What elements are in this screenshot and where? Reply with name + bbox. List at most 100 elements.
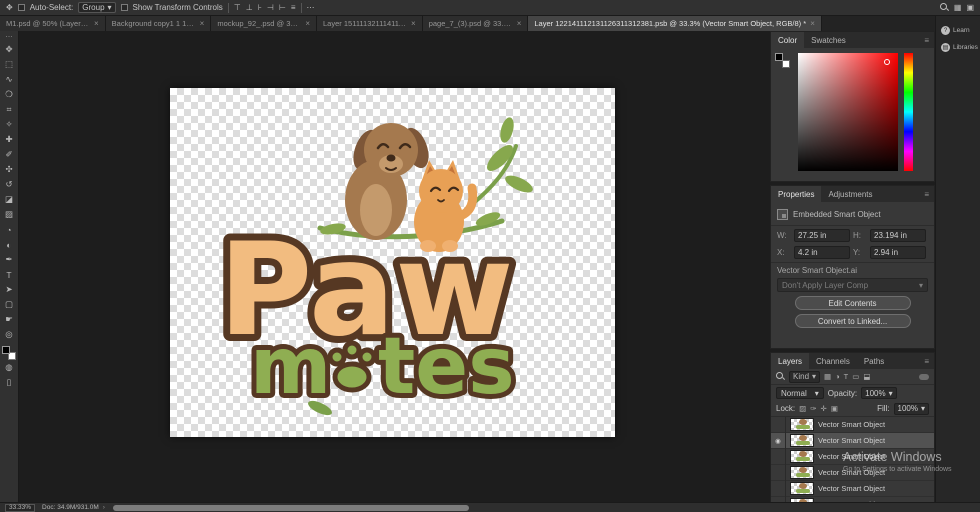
zoom-level-field[interactable]: 33.33% — [5, 503, 36, 512]
y-field[interactable]: 2.94 in — [870, 246, 926, 259]
tab-adjustments[interactable]: Adjustments — [821, 186, 879, 202]
document-tab-active[interactable]: Layer 122141112131126311312381.psb @ 33.… — [528, 16, 822, 31]
tab-properties[interactable]: Properties — [771, 186, 822, 202]
visibility-toggle[interactable] — [771, 480, 786, 497]
lock-all-icon[interactable]: ▣ — [831, 404, 838, 413]
document-tab-1[interactable]: M1.psd @ 50% (Layer 5, R... × — [0, 16, 106, 31]
x-field[interactable]: 4.2 in — [794, 246, 850, 259]
more-options-icon[interactable]: ⋯ — [307, 3, 315, 12]
filter-toggle[interactable] — [919, 373, 929, 380]
align-middle-icon[interactable]: ⊢ — [279, 3, 286, 12]
layer-row[interactable]: Vector Smart Object — [771, 464, 934, 481]
brush-tool[interactable]: ✐ — [0, 147, 19, 162]
quick-selection-tool[interactable]: ❍ — [0, 87, 19, 102]
layer-row-selected[interactable]: ◉ Vector Smart Object — [771, 432, 934, 449]
align-left-icon[interactable]: ⊤ — [234, 3, 241, 12]
type-filter-icon[interactable]: T — [844, 372, 849, 381]
edit-toolbar-icon[interactable]: ⋯ — [0, 32, 19, 42]
layer-thumbnail[interactable] — [790, 418, 814, 431]
foreground-background-swatches[interactable] — [2, 346, 16, 360]
pen-tool[interactable]: ✒ — [0, 252, 19, 267]
panel-menu-icon[interactable]: ≡ — [919, 190, 934, 199]
visibility-toggle[interactable]: ◉ — [771, 432, 786, 449]
convert-to-linked-button[interactable]: Convert to Linked... — [794, 314, 911, 328]
edit-contents-button[interactable]: Edit Contents — [794, 296, 911, 310]
tab-channels[interactable]: Channels — [809, 353, 857, 369]
close-icon[interactable]: × — [94, 19, 99, 28]
search-icon[interactable] — [939, 3, 949, 12]
status-caret-icon[interactable]: › — [103, 504, 105, 511]
align-center-icon[interactable]: ⊥ — [246, 3, 253, 12]
document-tab-3[interactable]: mockup_92_.psd @ 36.7% (L... × — [211, 16, 318, 31]
document-canvas[interactable]: Paw m tes — [170, 88, 615, 437]
tab-layers[interactable]: Layers — [771, 353, 810, 369]
height-field[interactable]: 23.194 in — [870, 229, 926, 242]
blur-tool[interactable]: ◔ — [0, 222, 19, 237]
hue-slider[interactable] — [904, 53, 913, 171]
layer-thumbnail[interactable] — [790, 434, 814, 447]
opacity-field[interactable]: 100% ▾ — [861, 387, 897, 399]
close-icon[interactable]: × — [200, 19, 205, 28]
layer-thumbnail[interactable] — [790, 482, 814, 495]
align-bottom-icon[interactable]: ≡ — [291, 3, 296, 12]
visibility-toggle[interactable] — [771, 448, 786, 465]
document-tab-5[interactable]: page_7_(3).psd @ 33.3% (Lay... × — [422, 16, 529, 31]
path-selection-tool[interactable]: ➤ — [0, 282, 19, 297]
horizontal-scrollbar-thumb[interactable] — [112, 504, 469, 511]
adjustment-filter-icon[interactable]: ◑ — [835, 372, 840, 381]
shape-tool[interactable]: ▢ — [0, 297, 19, 312]
foreground-color-swatch[interactable] — [2, 346, 10, 354]
smart-object-filter-icon[interactable]: ⬓ — [863, 372, 870, 381]
panel-menu-icon[interactable]: ≡ — [919, 357, 934, 366]
lasso-tool[interactable]: ∿ — [0, 72, 19, 87]
type-tool[interactable]: T — [0, 267, 19, 282]
arrange-documents-icon[interactable]: ▣ — [966, 3, 974, 12]
color-cursor[interactable] — [884, 59, 890, 65]
layer-thumbnail[interactable] — [790, 466, 814, 479]
color-panel-swatches[interactable] — [775, 53, 790, 68]
close-icon[interactable]: × — [305, 19, 310, 28]
auto-select-target-dropdown[interactable]: Group ▾ — [78, 2, 116, 13]
tab-swatches[interactable]: Swatches — [804, 32, 853, 48]
align-right-icon[interactable]: ⊦ — [258, 3, 262, 12]
tab-paths[interactable]: Paths — [857, 353, 891, 369]
pixel-filter-icon[interactable]: ▦ — [824, 372, 831, 381]
color-spectrum-field[interactable] — [798, 53, 898, 171]
document-tab-4[interactable]: Layer 15111132111411152.psb... × — [317, 16, 423, 31]
layer-comp-dropdown[interactable]: Don't Apply Layer Comp ▾ — [777, 278, 928, 292]
layer-row[interactable]: Vector Smart Object — [771, 480, 934, 497]
lock-transparency-icon[interactable]: ▨ — [799, 404, 806, 413]
layer-row[interactable]: Vector Smart Object — [771, 417, 934, 433]
panel-menu-icon[interactable]: ≡ — [919, 36, 934, 45]
close-icon[interactable]: × — [810, 19, 815, 28]
clone-stamp-tool[interactable]: ✣ — [0, 162, 19, 177]
show-transform-checkbox[interactable] — [120, 4, 128, 11]
layer-row[interactable]: Vector Smart Object — [771, 448, 934, 465]
fill-field[interactable]: 100% ▾ — [893, 402, 929, 415]
move-tool[interactable]: ✥ — [0, 42, 19, 57]
close-icon[interactable]: × — [517, 19, 522, 28]
healing-brush-tool[interactable]: ✚ — [0, 132, 19, 147]
foreground-color-swatch[interactable] — [775, 53, 783, 61]
gradient-tool[interactable]: ▨ — [0, 207, 19, 222]
auto-select-checkbox[interactable] — [17, 4, 25, 11]
hand-tool[interactable]: ☛ — [0, 312, 19, 327]
layer-thumbnail[interactable] — [790, 450, 814, 463]
align-top-icon[interactable]: ⊣ — [267, 3, 274, 12]
tab-color[interactable]: Color — [771, 32, 805, 48]
filter-kind-dropdown[interactable]: Kind ▾ — [789, 370, 821, 383]
history-brush-tool[interactable]: ↺ — [0, 177, 19, 192]
visibility-toggle[interactable] — [771, 417, 786, 433]
learn-panel-button[interactable]: ? Learn — [936, 26, 980, 35]
workspace-switcher-icon[interactable]: ▦ — [954, 3, 962, 12]
width-field[interactable]: 27.25 in — [794, 229, 850, 242]
zoom-tool[interactable]: ◎ — [0, 327, 19, 342]
quick-mask-tool[interactable]: ◍ — [0, 360, 19, 375]
lock-position-icon[interactable]: ✛ — [821, 404, 827, 413]
document-tab-2[interactable]: Background copy1 1 1 1 4.psb × — [105, 16, 212, 31]
dodge-tool[interactable]: ◐ — [0, 237, 19, 252]
lock-pixels-icon[interactable]: ✑ — [810, 404, 816, 413]
crop-tool[interactable]: ⌗ — [0, 102, 19, 117]
blend-mode-dropdown[interactable]: Normal ▾ — [776, 387, 824, 399]
eraser-tool[interactable]: ◪ — [0, 192, 19, 207]
